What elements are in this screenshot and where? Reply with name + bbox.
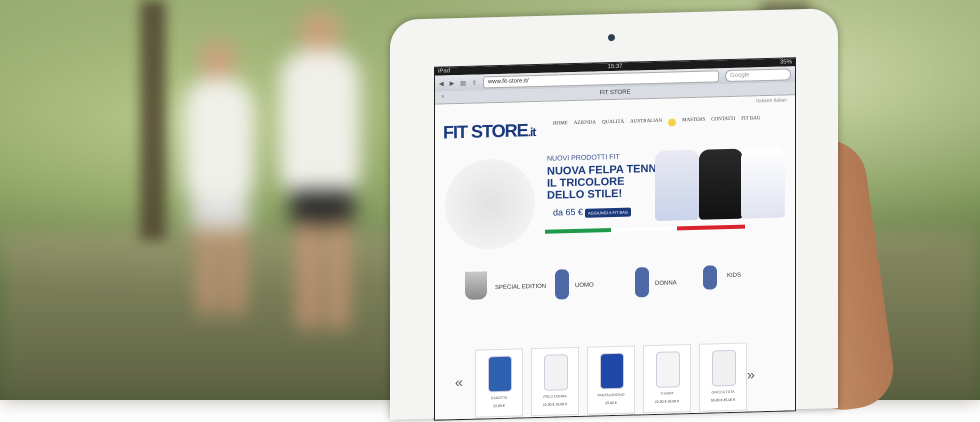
card-icon: [697, 417, 711, 421]
product-image: [488, 355, 512, 393]
product-card[interactable]: CANOTTA 22,00 €: [475, 348, 523, 418]
jacket-white-image: [655, 149, 699, 221]
logo-suffix: .it: [527, 125, 536, 140]
product-price: 22,00 €: [493, 403, 505, 409]
product-carousel: CANOTTA 22,00 € POLO DONNA 22,00 € 19,00 €…: [475, 342, 775, 420]
share-icon[interactable]: ⇪: [472, 79, 477, 86]
category-row: SPECIAL EDITION UOMO DONNA KIDS: [435, 263, 795, 332]
category-uomo[interactable]: UOMO: [575, 283, 594, 289]
payment-cards: [697, 416, 745, 421]
product-image: [544, 354, 568, 391]
nav-item[interactable]: AUSTRALIAN: [630, 119, 662, 128]
category-donna[interactable]: DONNA: [655, 280, 677, 287]
card-icon: [731, 416, 745, 421]
bookmarks-icon[interactable]: ▤: [460, 79, 466, 86]
logo-text: FIT STORE: [443, 120, 528, 143]
ipad-screen: iPad 15:37 35% ◀ ▶ ▤ ⇪ www.fit-store.it/…: [434, 57, 796, 421]
website: Italiano Italian FIT STORE.it HOME AZIEN…: [435, 95, 795, 421]
camera-icon: [608, 33, 615, 42]
ipad: iPad 15:37 35% ◀ ▶ ▤ ⇪ www.fit-store.it/…: [390, 8, 838, 421]
nav-item[interactable]: HOME: [553, 121, 568, 129]
nav-item[interactable]: FIT BAG: [741, 116, 760, 125]
hero-banner[interactable]: NUOVI PRODOTTI FIT NUOVA FELPA TENNIS, I…: [435, 141, 795, 260]
category-kids[interactable]: KIDS: [727, 273, 741, 279]
search-field[interactable]: Google: [725, 68, 791, 83]
product-price: 25,00 €: [605, 400, 617, 406]
hero-title-line3: DELLO STILE!: [547, 187, 623, 202]
kid-player-icon: [703, 265, 717, 290]
forward-icon[interactable]: ▶: [450, 80, 455, 87]
tennis-player-image: [445, 158, 535, 251]
next-arrow-icon[interactable]: »: [747, 366, 755, 382]
main-nav: HOME AZIENDA QUALITÀ AUSTRALIAN MASTERS …: [553, 116, 760, 129]
add-to-bag-button[interactable]: AGGIUNGI A FIT BAG: [585, 207, 631, 218]
flag-dot-icon: [668, 118, 677, 127]
hero-price: da 65 €: [553, 206, 584, 218]
product-card[interactable]: POLO DONNA 22,00 € 19,00 €: [531, 346, 579, 417]
product-name: PANTALONCINO: [597, 392, 625, 398]
back-icon[interactable]: ◀: [439, 80, 444, 87]
nav-item[interactable]: AZIENDA: [574, 120, 596, 129]
tab-title[interactable]: FIT STORE: [599, 90, 630, 97]
language-link[interactable]: Italiano Italian: [756, 97, 787, 104]
product-image: [600, 352, 624, 390]
product-card[interactable]: GIACCA TUTA 55,00 € 45,00 €: [699, 342, 747, 412]
battery: 35%: [779, 59, 792, 66]
product-image: [712, 349, 736, 387]
prev-arrow-icon[interactable]: «: [455, 374, 463, 390]
close-tab-icon[interactable]: ×: [441, 91, 445, 103]
device-name: iPad: [438, 68, 451, 75]
product-price: 22,00 € 19,00 €: [542, 402, 568, 407]
italian-flag-stripe: [545, 224, 745, 234]
nav-item[interactable]: QUALITÀ: [602, 120, 624, 129]
nav-item[interactable]: MASTERS: [682, 118, 705, 127]
category-special-edition[interactable]: SPECIAL EDITION: [495, 284, 546, 291]
product-price: 55,00 € 45,00 €: [710, 397, 736, 403]
clock: 15:37: [607, 63, 623, 71]
product-name: POLO DONNA: [543, 394, 567, 399]
female-player-icon: [635, 267, 649, 298]
product-name: GIACCA TUTA: [711, 389, 735, 395]
male-player-icon: [555, 269, 569, 300]
nav-item[interactable]: CONTATTI: [711, 117, 735, 126]
product-image: [656, 351, 680, 388]
product-name: T-SHIRT: [660, 391, 674, 396]
hero-kicker: NUOVI PRODOTTI FIT: [547, 153, 620, 163]
product-card[interactable]: T-SHIRT 22,00 € 19,00 €: [643, 343, 691, 414]
product-card[interactable]: PANTALONCINO 25,00 €: [587, 345, 635, 415]
fit-store-logo[interactable]: FIT STORE.it: [443, 120, 535, 143]
jacket-black-image: [699, 148, 743, 220]
trophy-icon: [465, 271, 487, 300]
card-icon: [714, 417, 728, 421]
tree-trunk: [140, 0, 166, 240]
jacket-white-image: [741, 147, 785, 219]
